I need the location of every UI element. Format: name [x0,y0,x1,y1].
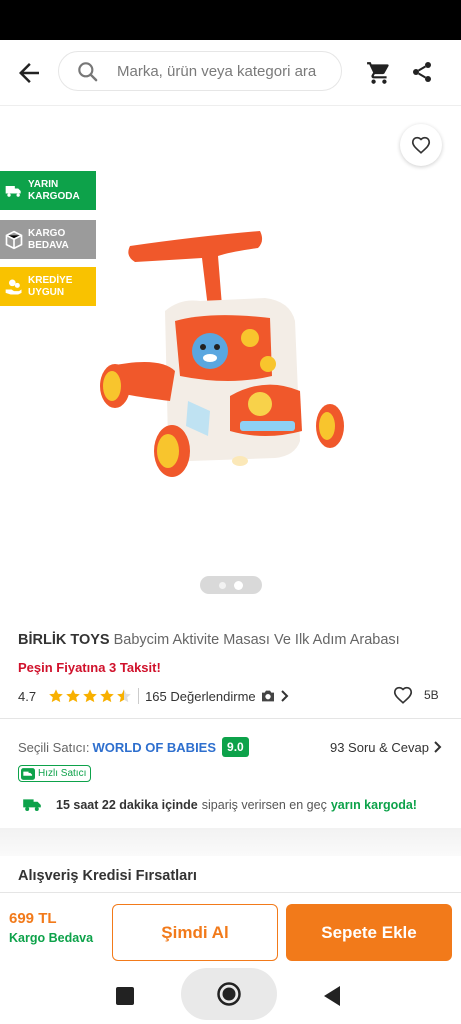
free-shipping-badge: KARGO BEDAVA [0,220,96,259]
home-button[interactable] [181,968,277,1020]
recents-icon[interactable] [116,987,134,1005]
credit-badge-label: KREDİYE UYGUN [28,274,73,298]
image-pager [200,576,262,594]
coins-hand-icon [5,279,22,294]
search-icon [78,62,98,82]
delivery-info: 15 saat 22 dakika içinde sipariş verirse… [22,797,417,813]
status-bar [0,0,461,40]
pager-dot[interactable] [219,581,226,589]
reviews-link[interactable]: 165 Değerlendirme [145,689,290,704]
pager-dot-active[interactable] [234,580,243,590]
system-nav-bar [0,968,461,1024]
next-day-badge: YARIN KARGODA [0,171,96,210]
star-full-icon [66,689,80,703]
chevron-right-icon [434,741,442,753]
next-day-badge-label: YARIN KARGODA [28,178,80,202]
divider [0,718,461,719]
seller-label: Seçili Satıcı: [18,739,90,755]
product-title: BİRLİK TOYS Babycim Aktivite Masası Ve I… [18,632,448,648]
rating-row: 4.7 165 Değerlendirme [18,686,443,706]
fast-truck-icon [21,767,35,780]
qa-link[interactable]: 93 Soru & Cevap [330,740,443,755]
delivery-result: yarın kargoda! [330,798,417,812]
seller-row: Seçili Satıcı: WORLD OF BABIES 9.0 93 So… [18,736,443,758]
product-name: Babycim Aktivite Masası Ve Ilk Adım Arab… [113,632,400,648]
section-divider [0,828,461,856]
seller-name[interactable]: WORLD OF BABIES [93,740,217,755]
delivery-middle-text: sipariş verirsen en geç [201,798,327,812]
product-image [100,231,344,477]
seller-score-badge: 9.0 [222,737,249,757]
nav-back-icon[interactable] [323,985,341,1007]
package-icon [5,230,23,249]
share-icon[interactable] [410,60,434,84]
installment-text: Peşin Fiyatına 3 Taksit! [18,660,161,675]
cart-icon[interactable] [366,60,392,86]
star-full-icon [49,689,63,703]
product-gallery[interactable]: YARIN KARGODA KARGO BEDAVA KREDİYE UYGUN [0,106,461,606]
heart-icon [411,136,431,154]
free-shipping-badge-label: KARGO BEDAVA [28,227,69,251]
free-shipping-label: Kargo Bedava [9,931,94,945]
favorite-button[interactable] [400,124,442,166]
camera-icon [261,690,274,702]
back-arrow-icon[interactable] [14,58,44,88]
delivery-truck-icon [23,799,41,811]
star-full-icon [83,689,97,703]
review-count: 165 Değerlendirme [145,688,256,704]
price: 699 TL [9,910,57,927]
delivery-time: 15 saat 22 dakika içinde [56,798,198,812]
fast-seller-label: Hızlı Satıcı [38,768,87,779]
star-full-icon [100,689,114,703]
top-bar [0,40,461,106]
search-bar[interactable] [58,51,342,91]
home-circle-icon [217,982,241,1006]
credit-section-title[interactable]: Alışveriş Kredisi Fırsatları [18,868,197,884]
buy-now-button[interactable]: Şimdi Al [112,904,278,961]
like-count-value: 5B [424,688,439,702]
add-to-cart-button[interactable]: Sepete Ekle [286,904,452,961]
product-brand[interactable]: BİRLİK TOYS [18,632,110,648]
fast-seller-badge: Hızlı Satıcı [18,765,92,782]
chevron-right-icon [280,690,289,702]
search-input[interactable] [117,52,337,90]
like-count[interactable]: 5B [392,684,439,706]
heart-icon [393,686,413,704]
star-half-icon [117,689,131,703]
qa-label: 93 Soru & Cevap [329,739,429,755]
rating-stars [48,688,132,704]
rating-divider [138,688,140,704]
bottom-action-bar: 699 TL Kargo Bedava Şimdi Al Sepete Ekle [0,892,461,972]
rating-value: 4.7 [18,688,37,704]
truck-icon [5,185,21,197]
credit-badge: KREDİYE UYGUN [0,267,96,306]
